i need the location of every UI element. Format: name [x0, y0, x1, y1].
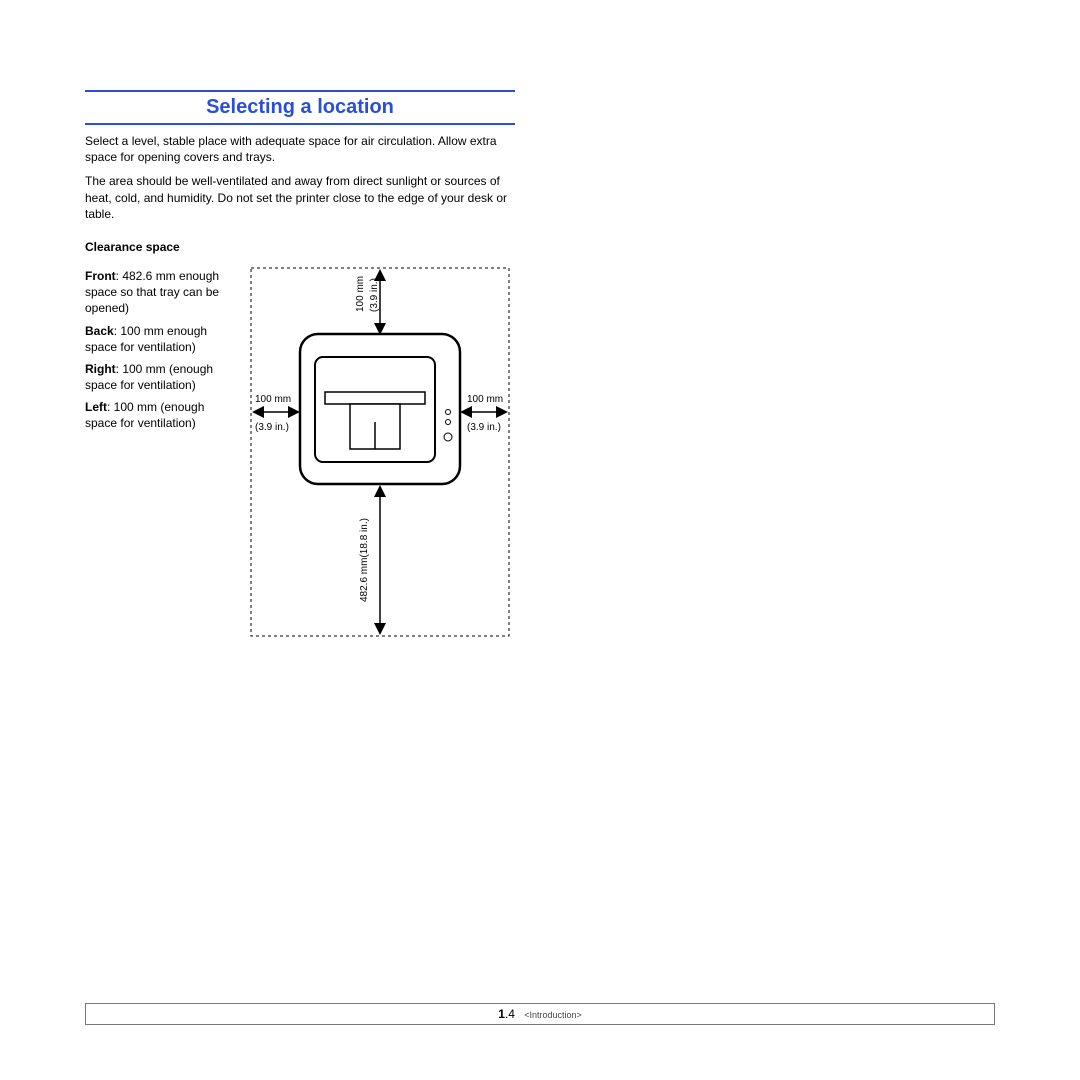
paragraph-1: Select a level, stable place with adequa… [85, 133, 515, 165]
footer-crumb: <Introduction> [524, 1010, 582, 1020]
rule-bottom [85, 123, 515, 125]
footer-page: .4 [505, 1007, 515, 1021]
dim-left-in: (3.9 in.) [255, 422, 289, 433]
page-footer: 1.4 <Introduction> [85, 1003, 995, 1025]
clearance-back: Back: 100 mm enough space for ventilatio… [85, 323, 235, 355]
dim-front: 482.6 mm(18.8 in.) [359, 518, 370, 602]
paragraph-2: The area should be well-ventilated and a… [85, 173, 515, 222]
dim-top-mm: 100 mm [355, 276, 366, 312]
subheading-clearance: Clearance space [85, 240, 515, 254]
printer-icon [300, 334, 460, 484]
dim-left-mm: 100 mm [255, 394, 291, 405]
dim-right-in: (3.9 in.) [467, 422, 501, 433]
clearance-diagram: 100 mm (3.9 in.) 10 [245, 262, 515, 642]
dim-top-in: (3.9 in.) [369, 278, 380, 312]
clearance-list: Front: 482.6 mm enough space so that tra… [85, 262, 235, 438]
clearance-right: Right: 100 mm (enough space for ventilat… [85, 361, 235, 393]
clearance-front: Front: 482.6 mm enough space so that tra… [85, 268, 235, 317]
clearance-left: Left: 100 mm (enough space for ventilati… [85, 399, 235, 431]
footer-chapter: 1 [498, 1007, 505, 1021]
section-title: Selecting a location [85, 92, 515, 123]
dim-right-mm: 100 mm [467, 394, 503, 405]
